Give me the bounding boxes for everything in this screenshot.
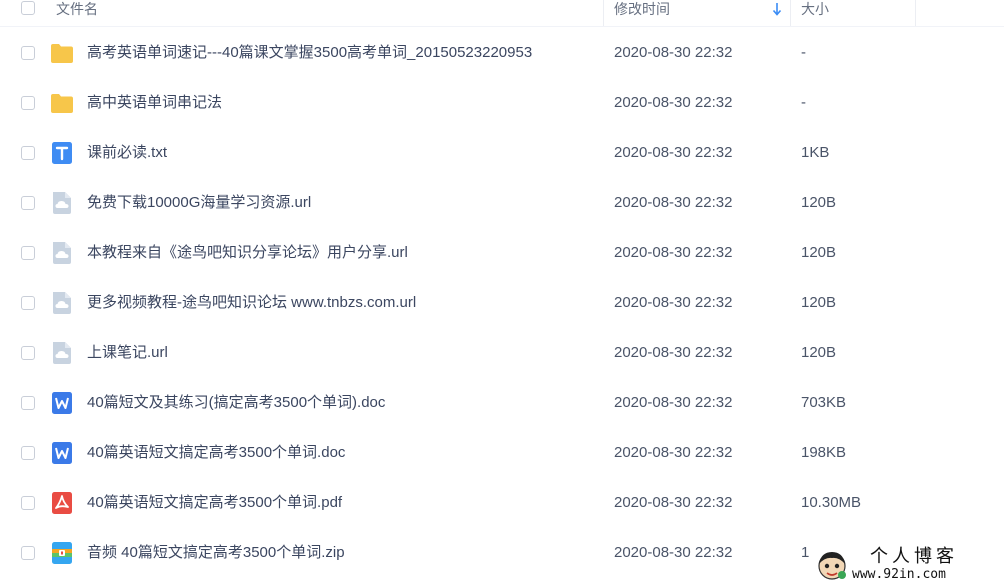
folder-icon <box>51 44 73 63</box>
file-size: 1 <box>801 544 810 561</box>
folder-icon <box>51 94 73 113</box>
file-row[interactable]: 本教程来自《途鸟吧知识分享论坛》用户分享.url 2020-08-30 22:3… <box>0 228 1004 278</box>
url-file-icon <box>53 242 71 264</box>
cartoon-avatar-icon <box>818 552 846 580</box>
row-checkbox[interactable] <box>21 446 35 460</box>
url-file-icon <box>53 192 71 214</box>
url-file-icon <box>53 342 71 364</box>
blog-watermark: 个人博客 www.92in.com <box>810 543 1004 587</box>
file-row[interactable]: 40篇短文及其练习(搞定高考3500个单词).doc 2020-08-30 22… <box>0 378 1004 428</box>
row-checkbox[interactable] <box>21 46 35 60</box>
row-checkbox[interactable] <box>21 196 35 210</box>
column-header-size[interactable]: 大小 <box>801 0 829 18</box>
file-name[interactable]: 高中英语单词串记法 <box>87 94 222 112</box>
file-name[interactable]: 免费下载10000G海量学习资源.url <box>87 194 311 212</box>
file-size: - <box>801 94 806 111</box>
row-checkbox[interactable] <box>21 346 35 360</box>
file-row[interactable]: 免费下载10000G海量学习资源.url 2020-08-30 22:32 12… <box>0 178 1004 228</box>
select-all-checkbox[interactable] <box>21 1 35 15</box>
file-name[interactable]: 高考英语单词速记---40篇课文掌握3500高考单词_2015052322095… <box>87 44 532 62</box>
file-modified-time: 2020-08-30 22:32 <box>614 144 733 161</box>
column-header-name[interactable]: 文件名 <box>56 0 98 18</box>
column-divider <box>790 0 791 26</box>
word-file-icon <box>52 442 72 464</box>
row-checkbox[interactable] <box>21 396 35 410</box>
file-size: 120B <box>801 344 837 361</box>
file-name[interactable]: 课前必读.txt <box>87 144 167 162</box>
watermark-title: 个人博客 <box>870 546 958 567</box>
file-modified-time: 2020-08-30 22:32 <box>614 544 733 561</box>
file-name[interactable]: 40篇英语短文搞定高考3500个单词.pdf <box>87 494 342 512</box>
file-name[interactable]: 更多视频教程-途鸟吧知识论坛 www.tnbzs.com.url <box>87 294 416 312</box>
file-name[interactable]: 音频 40篇短文搞定高考3500个单词.zip <box>87 544 345 562</box>
word-file-icon <box>52 392 72 414</box>
file-name[interactable]: 本教程来自《途鸟吧知识分享论坛》用户分享.url <box>87 244 408 262</box>
file-size: 120B <box>801 294 837 311</box>
file-name[interactable]: 上课笔记.url <box>87 344 168 362</box>
file-size: 1KB <box>801 144 830 161</box>
row-checkbox[interactable] <box>21 496 35 510</box>
file-list-header: 文件名 修改时间 大小 <box>0 0 1004 27</box>
file-size: 120B <box>801 194 837 211</box>
file-size: 198KB <box>801 444 847 461</box>
file-modified-time: 2020-08-30 22:32 <box>614 444 733 461</box>
file-row[interactable]: 40篇英语短文搞定高考3500个单词.pdf 2020-08-30 22:32 … <box>0 478 1004 528</box>
file-row[interactable]: 高中英语单词串记法 2020-08-30 22:32 - <box>0 78 1004 128</box>
file-row[interactable]: 上课笔记.url 2020-08-30 22:32 120B <box>0 328 1004 378</box>
column-header-modified[interactable]: 修改时间 <box>614 0 670 18</box>
file-modified-time: 2020-08-30 22:32 <box>614 244 733 261</box>
txt-file-icon <box>52 142 72 164</box>
pdf-file-icon <box>52 492 72 514</box>
file-modified-time: 2020-08-30 22:32 <box>614 294 733 311</box>
zip-file-icon <box>52 542 72 564</box>
file-size: 10.30MB <box>801 494 862 511</box>
file-size: 703KB <box>801 394 847 411</box>
file-modified-time: 2020-08-30 22:32 <box>614 94 733 111</box>
column-divider <box>915 0 916 26</box>
row-checkbox[interactable] <box>21 146 35 160</box>
file-size: - <box>801 44 806 61</box>
file-modified-time: 2020-08-30 22:32 <box>614 194 733 211</box>
row-checkbox[interactable] <box>21 546 35 560</box>
file-row[interactable]: 40篇英语短文搞定高考3500个单词.doc 2020-08-30 22:32 … <box>0 428 1004 478</box>
file-row[interactable]: 课前必读.txt 2020-08-30 22:32 1KB <box>0 128 1004 178</box>
file-modified-time: 2020-08-30 22:32 <box>614 394 733 411</box>
file-size: 120B <box>801 244 837 261</box>
row-checkbox[interactable] <box>21 246 35 260</box>
file-modified-time: 2020-08-30 22:32 <box>614 344 733 361</box>
file-row[interactable]: 更多视频教程-途鸟吧知识论坛 www.tnbzs.com.url 2020-08… <box>0 278 1004 328</box>
file-row[interactable]: 高考英语单词速记---40篇课文掌握3500高考单词_2015052322095… <box>0 28 1004 78</box>
file-modified-time: 2020-08-30 22:32 <box>614 44 733 61</box>
file-name[interactable]: 40篇英语短文搞定高考3500个单词.doc <box>87 444 345 462</box>
column-divider <box>603 0 604 26</box>
sort-descending-icon[interactable] <box>772 2 782 16</box>
watermark-url: www.92in.com <box>852 567 946 582</box>
row-checkbox[interactable] <box>21 96 35 110</box>
file-modified-time: 2020-08-30 22:32 <box>614 494 733 511</box>
file-name[interactable]: 40篇短文及其练习(搞定高考3500个单词).doc <box>87 394 385 412</box>
row-checkbox[interactable] <box>21 296 35 310</box>
url-file-icon <box>53 292 71 314</box>
